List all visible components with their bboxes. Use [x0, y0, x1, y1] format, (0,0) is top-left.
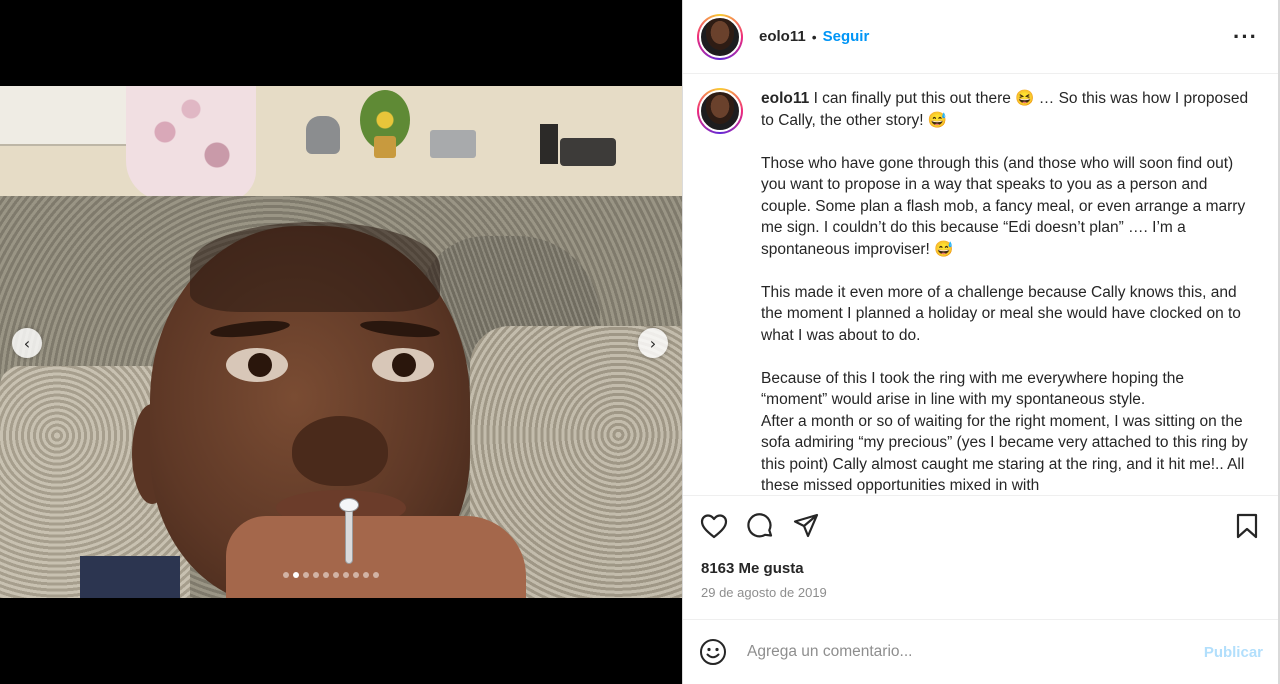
chevron-left-icon: ‹	[23, 333, 31, 353]
hand	[226, 516, 526, 598]
carousel-dot	[333, 572, 339, 578]
likes-count[interactable]: 8163 Me gusta	[683, 560, 1278, 577]
carousel-dot	[363, 572, 369, 578]
caption: eolo11 I can finally put this out there …	[761, 88, 1251, 495]
comment-button[interactable]	[745, 511, 775, 541]
more-options-icon[interactable]: ···	[1233, 24, 1264, 50]
caption-paragraph: This made it even more of a challenge be…	[761, 283, 1241, 344]
carousel-dot	[373, 572, 379, 578]
share-button[interactable]	[791, 511, 821, 541]
username-link[interactable]: eolo11	[759, 28, 806, 45]
heart-icon	[700, 514, 728, 539]
chevron-right-icon: ›	[649, 333, 657, 353]
post-date[interactable]: 29 de agosto de 2019	[683, 585, 1278, 600]
comment-icon	[747, 513, 773, 538]
publish-button[interactable]: Publicar	[1204, 644, 1263, 661]
next-slide-button[interactable]: ›	[638, 328, 668, 358]
caption-username[interactable]: eolo11	[761, 90, 809, 107]
engagement-ring	[345, 504, 353, 564]
follow-button[interactable]: Seguir	[823, 28, 870, 45]
share-icon	[793, 513, 819, 538]
comment-bar: Publicar	[683, 619, 1279, 684]
caption-paragraph: Because of this I took the ring with me …	[761, 369, 1185, 409]
carousel-dot	[353, 572, 359, 578]
separator-dot: •	[811, 28, 817, 45]
carousel-dot	[323, 572, 329, 578]
carousel-dot	[283, 572, 289, 578]
save-button[interactable]	[1232, 511, 1262, 541]
caption-paragraph: After a month or so of waiting for the r…	[761, 412, 1248, 495]
carousel-dots	[283, 572, 379, 578]
post-media: ‹ ›	[0, 0, 682, 684]
previous-slide-button[interactable]: ‹	[12, 328, 42, 358]
like-button[interactable]	[699, 511, 729, 541]
carousel-dot	[303, 572, 309, 578]
action-bar	[683, 496, 1278, 556]
emoji-icon[interactable]	[699, 638, 727, 666]
post-header: eolo11 • Seguir ···	[683, 0, 1278, 74]
bookmark-icon	[1236, 513, 1258, 539]
carousel-dot	[343, 572, 349, 578]
post-details-panel: eolo11 • Seguir ··· eolo11 I can finally…	[682, 0, 1279, 684]
post-photo	[0, 86, 682, 598]
caption-area: eolo11 I can finally put this out there …	[683, 74, 1278, 496]
carousel-dot	[293, 572, 299, 578]
avatar[interactable]	[697, 13, 743, 60]
caption-avatar[interactable]	[697, 88, 743, 134]
caption-paragraph: I can finally put this out there 😆 … So …	[761, 90, 1249, 129]
comment-input[interactable]	[747, 643, 1167, 661]
carousel-dot	[313, 572, 319, 578]
caption-paragraph: Those who have gone through this (and th…	[761, 154, 1246, 258]
